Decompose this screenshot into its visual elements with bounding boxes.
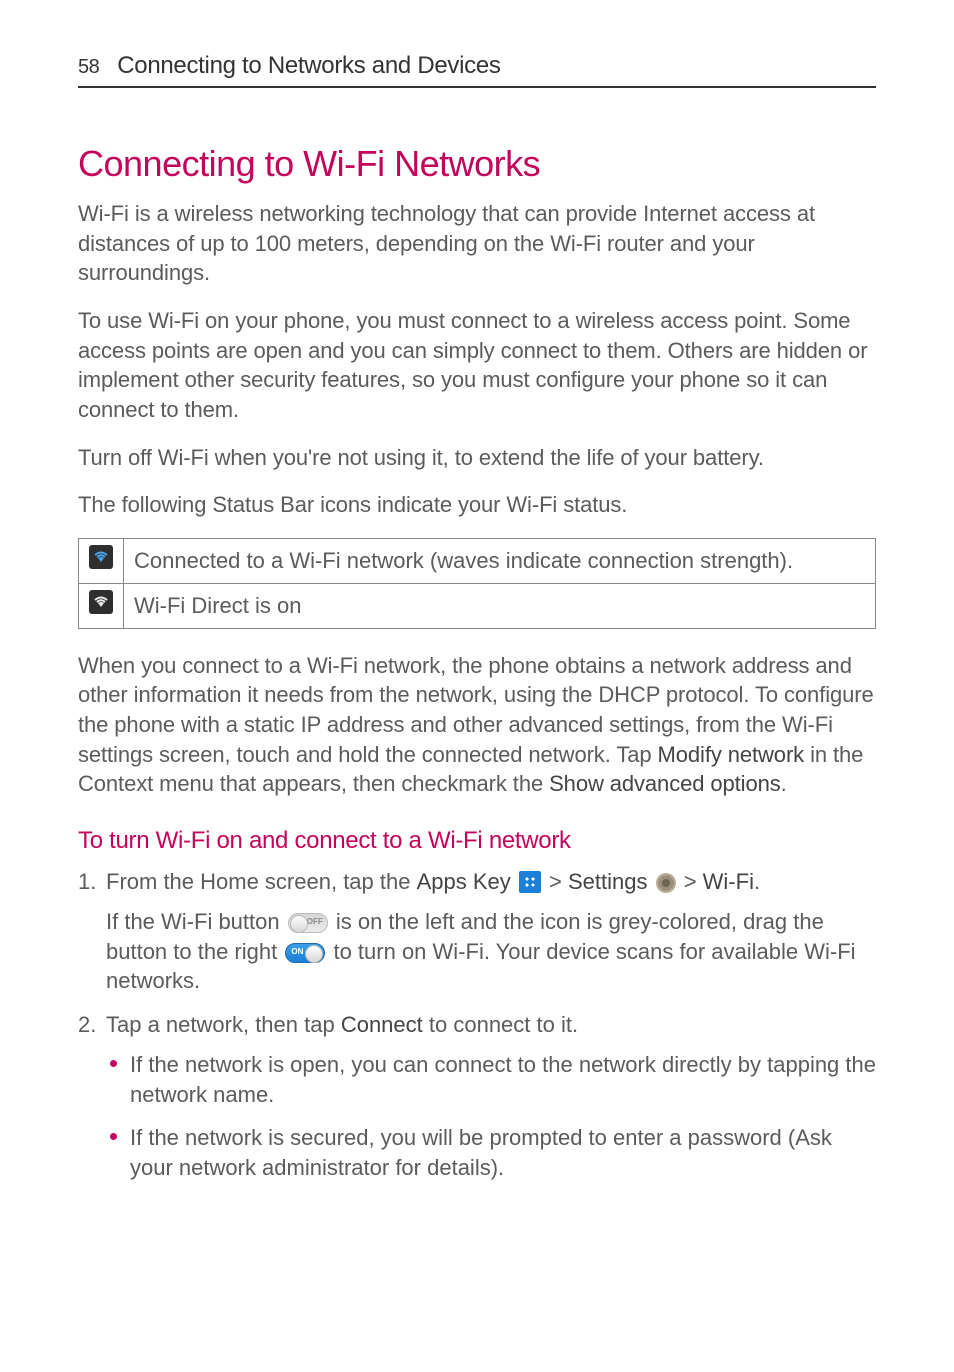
status-icon-table: Connected to a Wi-Fi network (waves indi… xyxy=(78,538,876,628)
apps-key-icon xyxy=(519,871,541,893)
table-row: Wi-Fi Direct is on xyxy=(79,583,876,628)
list-item: If the network is open, you can connect … xyxy=(106,1050,876,1109)
text-fragment: . xyxy=(754,869,760,894)
text-fragment: From the Home screen, tap the xyxy=(106,869,417,894)
table-row: Connected to a Wi-Fi network (waves indi… xyxy=(79,539,876,584)
text-fragment: If the Wi-Fi button xyxy=(106,909,286,934)
page-header: 58 Connecting to Networks and Devices xyxy=(78,50,876,88)
step-1: From the Home screen, tap the Apps Key >… xyxy=(78,867,876,996)
breadcrumb: Connecting to Networks and Devices xyxy=(117,50,500,82)
modify-network-label: Modify network xyxy=(658,742,805,767)
page-title: Connecting to Wi-Fi Networks xyxy=(78,140,876,189)
text-fragment: to connect to it. xyxy=(423,1012,578,1037)
list-item: If the network is secured, you will be p… xyxy=(106,1123,876,1182)
text-fragment: > xyxy=(543,869,568,894)
text-fragment: Tap a network, then tap xyxy=(106,1012,341,1037)
dhcp-paragraph: When you connect to a Wi-Fi network, the… xyxy=(78,651,876,799)
text-fragment: > xyxy=(678,869,703,894)
intro-paragraph-1: Wi-Fi is a wireless networking technolog… xyxy=(78,199,876,288)
apps-key-label: Apps Key xyxy=(417,869,511,894)
intro-paragraph-3: Turn off Wi-Fi when you're not using it,… xyxy=(78,443,876,473)
show-advanced-options-label: Show advanced options xyxy=(549,771,781,796)
step-1-subtext: If the Wi-Fi button is on the left and t… xyxy=(106,907,876,996)
intro-paragraph-4: The following Status Bar icons indicate … xyxy=(78,490,876,520)
settings-label: Settings xyxy=(568,869,648,894)
steps-list: From the Home screen, tap the Apps Key >… xyxy=(78,867,876,1182)
wifi-connected-desc: Connected to a Wi-Fi network (waves indi… xyxy=(124,539,876,584)
wifi-toggle-on-icon xyxy=(285,943,325,963)
page-number: 58 xyxy=(78,54,99,81)
wifi-connected-icon xyxy=(89,545,113,569)
intro-paragraph-2: To use Wi-Fi on your phone, you must con… xyxy=(78,306,876,425)
step-2-bullets: If the network is open, you can connect … xyxy=(106,1050,876,1183)
wifi-direct-icon xyxy=(89,590,113,614)
wifi-label: Wi-Fi xyxy=(703,869,754,894)
wifi-direct-icon-cell xyxy=(79,583,124,628)
settings-gear-icon xyxy=(656,873,676,893)
wifi-connected-icon-cell xyxy=(79,539,124,584)
wifi-toggle-off-icon xyxy=(288,913,328,933)
connect-label: Connect xyxy=(341,1012,423,1037)
step-2: Tap a network, then tap Connect to conne… xyxy=(78,1010,876,1182)
turn-on-wifi-heading: To turn Wi-Fi on and connect to a Wi-Fi … xyxy=(78,825,876,857)
wifi-direct-desc: Wi-Fi Direct is on xyxy=(124,583,876,628)
text-fragment: . xyxy=(781,771,787,796)
